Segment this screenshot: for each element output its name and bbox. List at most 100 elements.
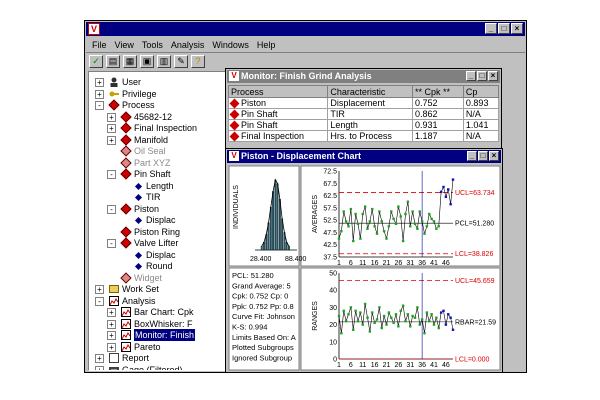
properties-icon[interactable]: ▥ [157, 54, 171, 68]
tree-item-label: TIR [146, 192, 161, 202]
x-tick-label: 21 [383, 362, 391, 369]
grid-icon[interactable]: ▦ [123, 54, 137, 68]
data-point [340, 332, 343, 335]
data-point [368, 220, 372, 223]
expand-icon[interactable]: + [107, 112, 116, 122]
tree-item-label: Pin Shaft [134, 169, 171, 179]
close-button[interactable]: × [511, 23, 523, 34]
collapse-icon[interactable]: - [95, 296, 104, 306]
collapse-icon[interactable]: - [95, 101, 104, 110]
help-icon[interactable]: ? [191, 54, 205, 68]
app-logo-icon[interactable]: V [88, 23, 100, 35]
table-row[interactable]: Pin Shaft Length 0.931 1.041 [227, 119, 500, 131]
chart-maximize-button[interactable]: □ [478, 151, 488, 161]
maximize-button[interactable]: □ [498, 23, 510, 34]
data-point [401, 239, 405, 243]
expand-icon[interactable]: + [107, 319, 116, 329]
x-tick-label: 26 [394, 362, 402, 369]
column-header[interactable]: Process [227, 85, 329, 98]
x-tick-label: 41 [430, 260, 438, 267]
data-point [432, 220, 436, 223]
stats-line: PCL: 51.280 [232, 271, 274, 280]
data-point [439, 190, 443, 194]
monitor-minimize-button[interactable]: _ [466, 71, 476, 81]
check-icon[interactable]: ✓ [89, 54, 103, 68]
data-point [392, 321, 395, 325]
monitor-close-button[interactable]: × [488, 71, 498, 81]
data-point [366, 227, 369, 230]
menu-windows[interactable]: Windows [208, 40, 253, 50]
expand-icon[interactable]: + [95, 365, 104, 370]
data-point [380, 326, 383, 330]
expand-icon[interactable]: + [107, 124, 116, 133]
app-title-bar[interactable]: V _ □ × [86, 22, 525, 36]
tree-item-label: Displac [146, 249, 176, 260]
data-point [430, 217, 433, 221]
table-cell-text: N/A [465, 131, 481, 141]
minimize-button[interactable]: _ [485, 23, 497, 34]
monitor-window[interactable]: V Monitor: Finish Grind Analysis _ □ × P… [225, 68, 502, 160]
chart-minimize-button[interactable]: _ [467, 151, 477, 161]
y-tick-label: 42.5 [323, 242, 337, 249]
monitor-title-bar[interactable]: V Monitor: Finish Grind Analysis _ □ × [227, 70, 500, 83]
chart-title: Piston - Displacement Chart [241, 151, 362, 161]
lcl-label: LCL=0.000 [455, 357, 490, 364]
print-icon[interactable]: ▤ [106, 54, 120, 68]
data-point [423, 232, 426, 235]
chart-title-bar[interactable]: V Piston - Displacement Chart _ □ × [227, 150, 501, 163]
menu-tools[interactable]: Tools [138, 40, 167, 50]
data-point [349, 306, 353, 309]
table-cell: 0.862 [412, 108, 464, 120]
menu-file[interactable]: File [88, 40, 111, 50]
data-point [451, 328, 455, 331]
table-row[interactable]: Piston Displacement 0.752 0.893 [227, 97, 500, 109]
data-point [375, 318, 379, 321]
expand-icon[interactable]: + [107, 342, 116, 352]
table-row[interactable]: Final Inspection Hrs. to Process 1.187 N/A [227, 130, 500, 142]
chart-close-button[interactable]: × [489, 151, 499, 161]
table-cell-text: TIR [330, 109, 345, 119]
collapse-icon[interactable]: - [107, 239, 116, 248]
data-point [371, 207, 374, 211]
pencil-icon[interactable]: ✎ [174, 54, 188, 68]
x-tick-label: 41 [430, 362, 438, 369]
data-point [371, 311, 374, 314]
table-cell: N/A [462, 108, 500, 120]
data-point [447, 313, 450, 316]
data-point [340, 230, 343, 233]
x-tick-label: 11 [359, 260, 366, 267]
data-point [352, 239, 355, 243]
data-point [442, 185, 445, 189]
data-point [342, 309, 345, 313]
monitor-maximize-button[interactable]: □ [477, 71, 487, 81]
process-icon [108, 99, 120, 111]
expand-icon[interactable]: + [95, 285, 104, 294]
expand-icon[interactable]: + [107, 308, 116, 317]
collapse-icon[interactable]: - [107, 170, 116, 179]
x-tick-label: 46 [442, 362, 450, 369]
menu-help[interactable]: Help [253, 40, 280, 50]
data-point [354, 212, 357, 216]
y-tick-label: 10 [329, 339, 337, 346]
data-point [409, 325, 412, 328]
table-cell: N/A [462, 130, 500, 142]
expand-icon[interactable]: + [107, 331, 116, 340]
expand-icon[interactable]: + [95, 89, 104, 99]
column-header[interactable]: ** Cpk ** [412, 85, 464, 98]
column-header[interactable]: Characteristic [327, 85, 413, 98]
menu-view[interactable]: View [111, 40, 138, 50]
y-tick-label: 30 [329, 305, 337, 312]
collapse-icon[interactable]: - [107, 204, 116, 214]
table-row[interactable]: Pin Shaft TIR 0.862 N/A [227, 108, 500, 120]
chart-window[interactable]: V Piston - Displacement Chart _ □ × INDI… [225, 148, 503, 373]
window-icon[interactable]: ▣ [140, 54, 154, 68]
menu-analysis[interactable]: Analysis [167, 40, 209, 50]
data-point [356, 319, 360, 323]
column-header[interactable]: Cp [462, 85, 500, 98]
expand-icon[interactable]: + [95, 354, 104, 363]
data-point [444, 323, 448, 326]
table-cell-text: Piston [241, 98, 267, 108]
expand-icon[interactable]: + [107, 135, 116, 145]
data-point [425, 225, 429, 228]
expand-icon[interactable]: + [95, 78, 104, 87]
